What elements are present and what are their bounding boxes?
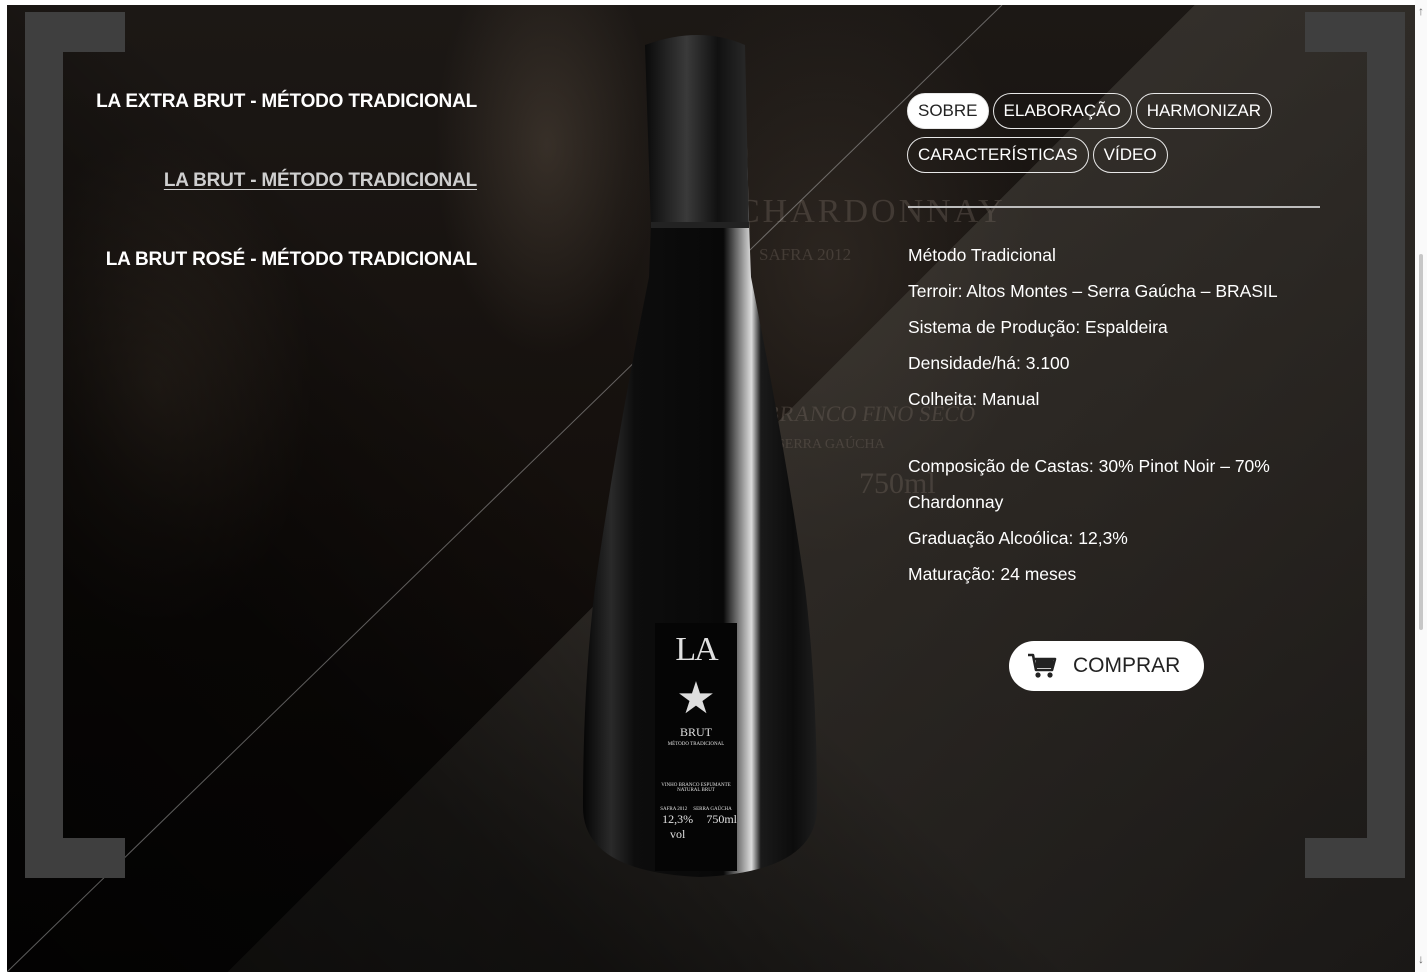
info-line: Maturação: 24 meses: [908, 564, 1077, 584]
info-line: Terroir: Altos Montes – Serra Gaúcha – B…: [908, 281, 1278, 301]
page-scrollbar[interactable]: ↑ ↓: [1415, 0, 1427, 972]
scrollbar-thumb[interactable]: [1419, 254, 1423, 630]
tab-harmonizar[interactable]: HARMONIZAR: [1135, 93, 1272, 129]
info-tabs: SOBRE ELABORAÇÃO HARMONIZAR CARACTERÍSTICA…: [907, 93, 1327, 181]
tab-sobre[interactable]: SOBRE: [907, 93, 989, 129]
nav-extra-brut[interactable]: LA EXTRA BRUT - MÉTODO TRADICIONAL: [96, 91, 477, 113]
info-line: Composição de Castas: 30% Pinot Noir – 7…: [908, 456, 1270, 512]
bottle-label: LA ★ BRUT MÉTODO TRADICIONAL VINHO BRANC…: [655, 623, 737, 871]
divider: [908, 206, 1320, 208]
tab-caracteristicas[interactable]: CARACTERÍSTICAS: [907, 137, 1089, 173]
info-line: Sistema de Produção: Espaldeira: [908, 317, 1168, 337]
label-volume: 750ml: [706, 812, 737, 826]
cart-icon: [1028, 653, 1057, 678]
label-name: BRUT: [679, 725, 712, 739]
product-info: Método Tradicional Terroir: Altos Montes…: [908, 237, 1308, 592]
info-line: Densidade/há: 3.100: [908, 353, 1070, 373]
tab-elaboracao[interactable]: ELABORAÇÃO: [992, 93, 1132, 129]
label-method: MÉTODO TRADICIONAL: [667, 742, 725, 747]
star-icon: ★: [676, 674, 716, 723]
info-line: Método Tradicional: [908, 245, 1056, 265]
nav-brut[interactable]: LA BRUT - MÉTODO TRADICIONAL: [164, 170, 477, 192]
hero-stage: CHARDONNAY SAFRA 2012 BRANCO FINO SECO S…: [7, 5, 1415, 972]
label-brand: LA: [675, 631, 718, 668]
tab-video[interactable]: VÍDEO: [1092, 137, 1168, 173]
scroll-down-icon[interactable]: ↓: [1415, 952, 1427, 966]
label-type-2: NATURAL BRUT: [677, 788, 715, 793]
buy-button[interactable]: COMPRAR: [1009, 641, 1204, 691]
nav-brut-rose[interactable]: LA BRUT ROSÉ - MÉTODO TRADICIONAL: [106, 249, 477, 271]
info-line: Colheita: Manual: [908, 389, 1040, 409]
scroll-up-icon[interactable]: ↑: [1415, 4, 1427, 18]
label-abv: 12,3% vol: [662, 812, 694, 841]
info-line: Graduação Alcoólica: 12,3%: [908, 528, 1128, 548]
buy-button-label: COMPRAR: [1073, 654, 1181, 677]
